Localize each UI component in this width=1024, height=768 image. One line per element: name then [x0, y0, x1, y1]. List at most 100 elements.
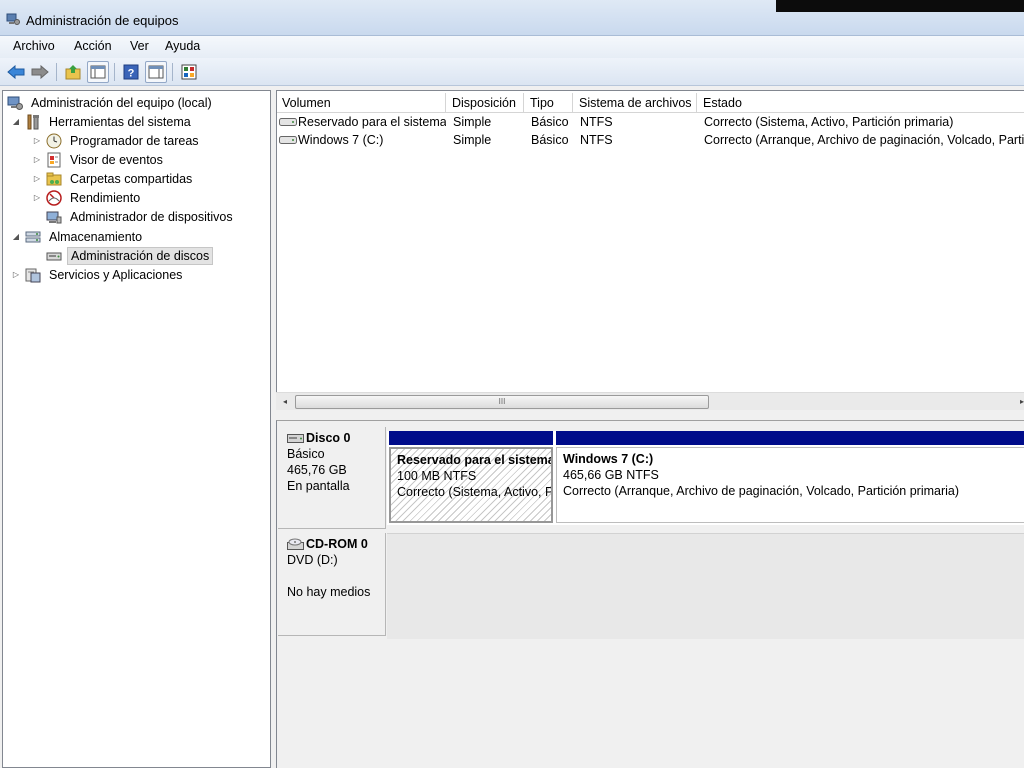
cdrom-0-media-area: [387, 533, 1024, 639]
show-hide-action-pane-icon: [148, 65, 164, 79]
collapsed-triangle-icon[interactable]: ▷: [32, 136, 42, 146]
column-header-volumen[interactable]: Volumen: [277, 93, 446, 113]
partition-name: Windows 7 (C:): [563, 452, 654, 466]
tree-item-device-manager[interactable]: Administrador de dispositivos: [46, 207, 236, 226]
partition-name: Reservado para el sistema: [397, 453, 553, 467]
cdrom-0-type: DVD (D:): [287, 553, 338, 567]
volume-layout: Simple: [453, 133, 492, 147]
menu-ayuda[interactable]: Ayuda: [165, 39, 200, 53]
cdrom-0-name: CD-ROM 0: [306, 537, 368, 551]
tree-item-shared-folders[interactable]: ▷ Carpetas compartidas: [32, 169, 195, 188]
title-bar: Administración de equipos: [0, 0, 1024, 36]
tree-item-label: Servicios y Aplicaciones: [49, 267, 183, 282]
window-title: Administración de equipos: [26, 13, 179, 28]
menu-ver[interactable]: Ver: [130, 39, 149, 53]
column-header-sistema-archivos[interactable]: Sistema de archivos: [574, 93, 697, 113]
disk-0-size: 465,76 GB: [287, 463, 347, 477]
title-bar-overlay: [776, 0, 1024, 12]
partition-reserved[interactable]: Reservado para el sistema 100 MB NTFS Co…: [389, 447, 553, 523]
tree-item-event-viewer[interactable]: ▷ Visor de eventos: [32, 150, 166, 169]
volume-name: Windows 7 (C:): [298, 133, 384, 147]
partition-size: 100 MB NTFS: [397, 469, 477, 483]
event-viewer-icon: [47, 152, 61, 167]
expanded-triangle-icon[interactable]: ◢: [11, 117, 21, 127]
disk-management-icon: [46, 252, 62, 260]
volume-row[interactable]: Reservado para el sistema Simple Básico …: [277, 114, 1024, 132]
toolbar: ?: [0, 58, 1024, 86]
volume-list-header: Volumen Disposición Tipo Sistema de arch…: [277, 93, 1024, 113]
back-button[interactable]: [5, 61, 27, 83]
expanded-triangle-icon[interactable]: ◢: [11, 232, 21, 242]
cd-drive-icon: [287, 538, 304, 550]
volume-status: Correcto (Arranque, Archivo de paginació…: [704, 133, 1024, 147]
forward-button[interactable]: [29, 61, 51, 83]
cdrom-0-label[interactable]: CD-ROM 0 DVD (D:) No hay medios: [278, 533, 386, 636]
volume-layout: Simple: [453, 115, 492, 129]
hard-disk-icon: [287, 434, 304, 443]
collapsed-triangle-icon[interactable]: ▷: [11, 270, 21, 280]
toolbar-separator: [56, 63, 57, 81]
disk-0-name: Disco 0: [306, 431, 351, 445]
navigation-tree: Administración del equipo (local) ◢ Herr…: [2, 90, 271, 768]
scroll-left-icon[interactable]: ◂: [279, 396, 291, 408]
scroll-right-icon[interactable]: ▸: [1016, 396, 1024, 408]
menu-accion[interactable]: Acción: [74, 39, 112, 53]
tree-item-label: Rendimiento: [70, 190, 141, 205]
volume-filesystem: NTFS: [580, 133, 613, 147]
device-manager-icon: [46, 211, 62, 223]
column-header-estado[interactable]: Estado: [698, 93, 1024, 113]
volume-name: Reservado para el sistema: [298, 115, 446, 129]
partition-status: Correcto (Sistema, Activo, Partición pri…: [397, 485, 553, 499]
up-folder-icon: [65, 65, 81, 80]
tools-icon: [27, 114, 39, 129]
collapsed-triangle-icon[interactable]: ▷: [32, 155, 42, 165]
tree-item-task-scheduler[interactable]: ▷ Programador de tareas: [32, 131, 202, 150]
tree-item-storage[interactable]: ◢ Almacenamiento: [11, 227, 145, 246]
menu-archivo[interactable]: Archivo: [13, 39, 55, 53]
partition-status: Correcto (Arranque, Archivo de paginació…: [563, 484, 960, 498]
services-icon: [25, 268, 41, 282]
collapsed-triangle-icon[interactable]: ▷: [32, 193, 42, 203]
column-header-tipo[interactable]: Tipo: [525, 93, 573, 113]
svg-text:?: ?: [128, 68, 135, 80]
horizontal-scrollbar[interactable]: ◂ III ▸: [276, 392, 1024, 410]
volume-status: Correcto (Sistema, Activo, Partición pri…: [704, 115, 954, 129]
disk-graphical-view: Disco 0 Básico 465,76 GB En pantalla Res…: [276, 420, 1024, 768]
partition-bar-reserved: [389, 431, 553, 445]
toolbar-separator: [114, 63, 115, 81]
disk-0-partitions: Reservado para el sistema 100 MB NTFS Co…: [387, 431, 1024, 525]
disk-0-label[interactable]: Disco 0 Básico 465,76 GB En pantalla: [278, 427, 386, 529]
tree-item-system-tools[interactable]: ◢ Herramientas del sistema: [11, 112, 194, 131]
tree-item-label: Administrador de dispositivos: [70, 209, 233, 224]
up-folder-button[interactable]: [62, 61, 84, 83]
horizontal-splitter[interactable]: [276, 410, 1024, 420]
tree-item-label: Carpetas compartidas: [70, 171, 193, 186]
volume-list: Volumen Disposición Tipo Sistema de arch…: [276, 90, 1024, 412]
drive-icon: [279, 118, 297, 126]
show-hide-action-pane-button[interactable]: [145, 61, 167, 83]
tree-item-label: Administración de discos: [67, 246, 214, 265]
tree-item-disk-management[interactable]: Administración de discos: [46, 246, 214, 265]
properties-button[interactable]: [178, 61, 200, 83]
toolbar-separator: [172, 63, 173, 81]
cdrom-0-status: No hay medios: [287, 585, 371, 599]
partition-bar-windows: [556, 431, 1024, 445]
volume-type: Básico: [531, 133, 569, 147]
performance-icon: [46, 189, 62, 206]
drive-icon: [279, 136, 297, 144]
show-hide-tree-button[interactable]: [87, 61, 109, 83]
shared-folder-icon: [46, 172, 62, 185]
column-header-disposicion[interactable]: Disposición: [447, 93, 524, 113]
tree-item-computer-management[interactable]: Administración del equipo (local): [7, 93, 215, 112]
collapsed-triangle-icon[interactable]: ▷: [32, 174, 42, 184]
computer-icon: [7, 96, 23, 110]
help-button[interactable]: ?: [120, 61, 142, 83]
forward-arrow-icon: [31, 65, 49, 79]
tree-item-services-applications[interactable]: ▷ Servicios y Aplicaciones: [11, 265, 185, 284]
show-hide-tree-icon: [90, 65, 106, 79]
scrollbar-thumb[interactable]: III: [295, 395, 709, 409]
partition-windows[interactable]: Windows 7 (C:) 465,66 GB NTFS Correcto (…: [556, 447, 1024, 523]
tree-item-performance[interactable]: ▷ Rendimiento: [32, 188, 143, 207]
volume-row[interactable]: Windows 7 (C:) Simple Básico NTFS Correc…: [277, 132, 1024, 150]
storage-icon: [25, 231, 41, 242]
